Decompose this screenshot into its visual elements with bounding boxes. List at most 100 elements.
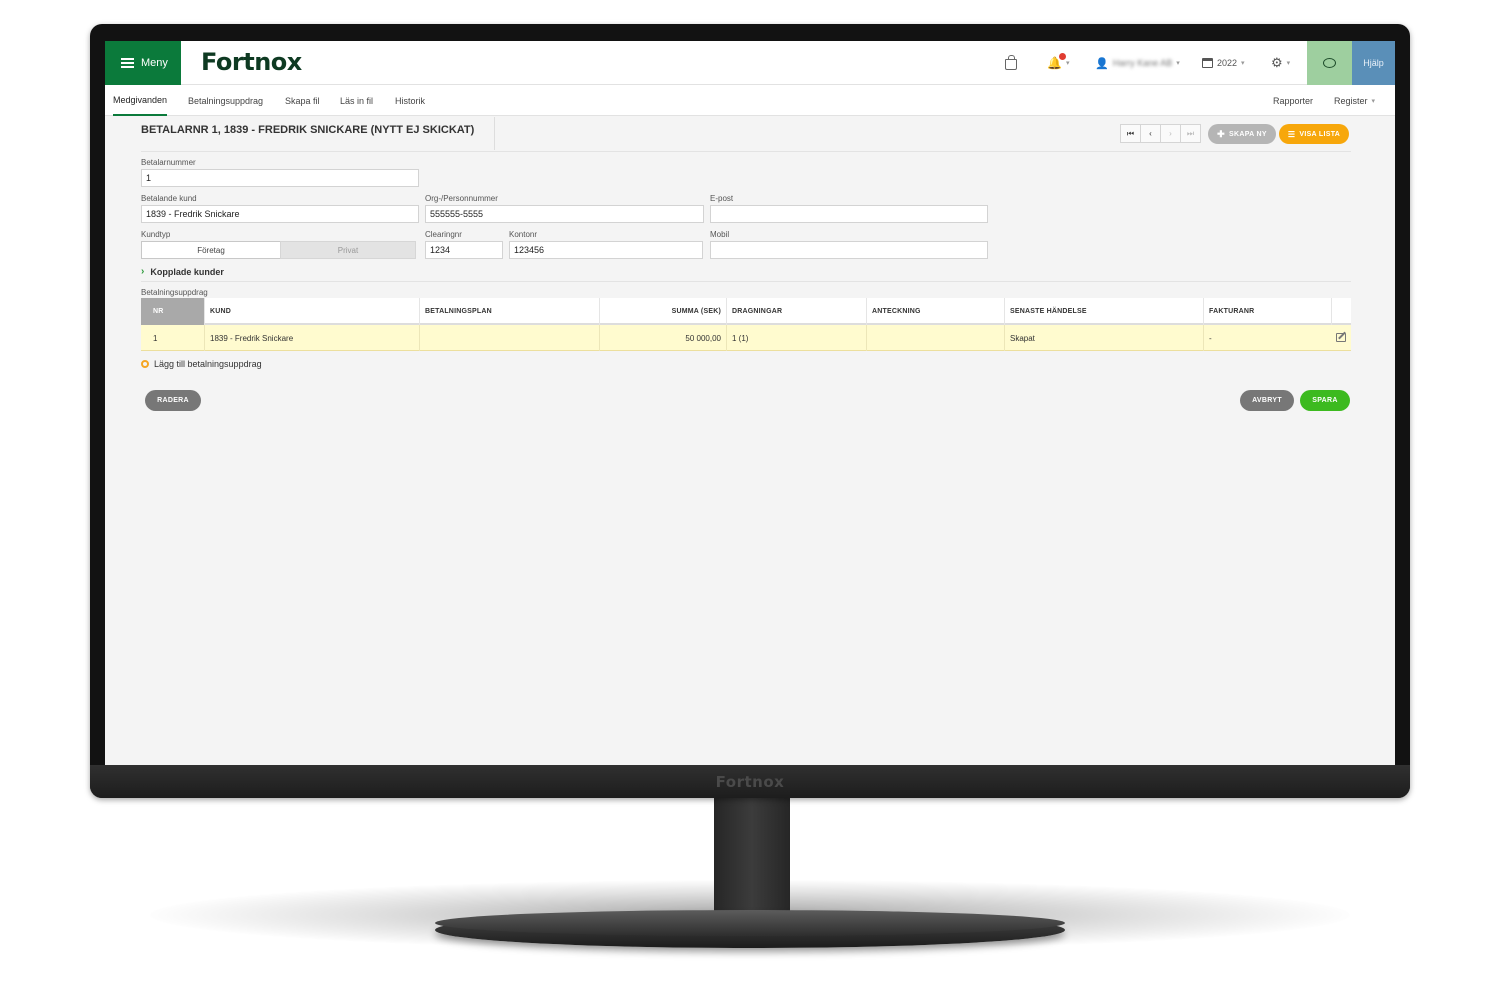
cell-senaste-handelse: Skapat xyxy=(1004,325,1203,351)
bell-icon: 🔔 xyxy=(1047,53,1066,70)
add-payment-order-label: Lägg till betalningsuppdrag xyxy=(154,359,262,369)
monitor-stand-neck xyxy=(714,795,790,923)
calendar-icon xyxy=(1202,58,1213,68)
account-field[interactable]: 123456 xyxy=(509,241,703,259)
cell-dragningar: 1 (1) xyxy=(726,325,866,351)
paying-customer-field[interactable]: 1839 - Fredrik Snickare xyxy=(141,205,419,223)
menu-label: Meny xyxy=(141,57,168,69)
top-bar: Meny Fortnox 🔔 ▾ 👤 Harry Kane AB ▾ 2022 … xyxy=(105,41,1395,85)
column-dragningar[interactable]: DRAGNINGAR xyxy=(726,298,866,325)
cell-summa: 50 000,00 xyxy=(599,325,726,351)
notification-badge xyxy=(1058,53,1066,60)
column-summa[interactable]: SUMMA (SEK) xyxy=(599,298,726,325)
company-name: Harry Kane AB xyxy=(1112,58,1173,68)
shopping-bag-icon xyxy=(1005,55,1017,70)
form-divider xyxy=(141,281,1351,282)
chevron-down-icon: ▾ xyxy=(1286,60,1291,67)
email-field[interactable] xyxy=(710,205,988,223)
chevron-down-icon: ▾ xyxy=(1065,60,1070,67)
chevron-right-icon: › xyxy=(141,266,145,277)
customer-type-private[interactable]: Privat xyxy=(280,241,416,259)
add-circle-icon xyxy=(141,360,149,368)
fortnox-logo[interactable]: Fortnox xyxy=(201,48,302,76)
last-record-button[interactable]: ⏭ xyxy=(1180,124,1201,143)
email-label: E-post xyxy=(710,194,734,203)
list-icon: ☰ xyxy=(1287,129,1296,139)
account-label: Kontonr xyxy=(509,230,538,239)
chat-button[interactable] xyxy=(1307,41,1352,85)
edit-icon[interactable] xyxy=(1336,333,1346,342)
first-record-button[interactable]: ⏮ xyxy=(1120,124,1141,143)
column-kund[interactable]: KUND xyxy=(204,298,419,325)
linked-customers-toggle[interactable]: › Kopplade kunder xyxy=(141,266,224,277)
create-new-label: SKAPA NY xyxy=(1229,130,1267,138)
record-pager: ⏮ ‹ › ⏭ xyxy=(1120,124,1201,143)
column-fakturanr[interactable]: FAKTURANR xyxy=(1203,298,1331,325)
delete-button[interactable]: RADERA xyxy=(145,390,201,411)
customer-type-label: Kundtyp xyxy=(141,230,171,239)
next-record-button[interactable]: › xyxy=(1160,124,1181,143)
column-anteckning[interactable]: ANTECKNING xyxy=(866,298,1004,325)
chevron-down-icon: ▾ xyxy=(1241,60,1245,67)
hamburger-icon xyxy=(121,58,134,68)
previous-record-button[interactable]: ‹ xyxy=(1140,124,1161,143)
cell-nr: 1 xyxy=(153,333,158,343)
table-header: NR KUND BETALNINGSPLAN SUMMA (SEK) DRAGN… xyxy=(141,298,1351,325)
register-menu[interactable]: Register ▾ xyxy=(1334,85,1375,116)
user-menu[interactable]: 👤 Harry Kane AB ▾ xyxy=(1095,41,1180,85)
show-list-button[interactable]: ☰ VISA LISTA xyxy=(1279,124,1349,144)
gear-icon: ⚙ xyxy=(1271,55,1283,70)
plus-icon: ✚ xyxy=(1217,128,1226,139)
monitor-brand-logo: Fortnox xyxy=(715,773,785,791)
user-icon: 👤 xyxy=(1095,57,1109,70)
create-new-button[interactable]: ✚ SKAPA NY xyxy=(1208,124,1276,144)
chat-bubble-icon xyxy=(1323,58,1336,68)
reports-link[interactable]: Rapporter xyxy=(1273,85,1313,116)
table-row[interactable]: 1 1839 - Fredrik Snickare 50 000,00 1 (1… xyxy=(141,325,1351,351)
save-button[interactable]: SPARA xyxy=(1300,390,1350,411)
chevron-down-icon: ▾ xyxy=(1176,60,1180,67)
chevron-down-icon: ▾ xyxy=(1371,97,1376,105)
register-label: Register xyxy=(1334,95,1368,106)
monitor-stand-base-top xyxy=(435,910,1065,936)
title-divider xyxy=(494,117,495,150)
column-senaste-handelse[interactable]: SENASTE HÄNDELSE xyxy=(1004,298,1203,325)
shop-button[interactable] xyxy=(1005,41,1017,85)
cell-fakturanr: - xyxy=(1203,325,1331,351)
cell-kund: 1839 - Fredrik Snickare xyxy=(204,325,419,351)
column-actions xyxy=(1331,298,1351,325)
org-number-field[interactable]: 555555-5555 xyxy=(425,205,704,223)
payment-orders-label: Betalningsuppdrag xyxy=(141,288,208,297)
linked-customers-label: Kopplade kunder xyxy=(150,266,224,277)
column-betalningsplan[interactable]: BETALNINGSPLAN xyxy=(419,298,599,325)
add-payment-order-link[interactable]: Lägg till betalningsuppdrag xyxy=(141,359,262,369)
payer-number-field[interactable]: 1 xyxy=(141,169,419,187)
monitor-chin: Fortnox xyxy=(90,765,1410,798)
cell-anteckning xyxy=(866,325,1004,351)
fiscal-year-menu[interactable]: 2022 ▾ xyxy=(1202,41,1245,85)
tab-medgivanden[interactable]: Medgivanden xyxy=(113,85,168,116)
org-number-label: Org-/Personnummer xyxy=(425,194,498,203)
payer-number-label: Betalarnummer xyxy=(141,158,196,167)
mobile-label: Mobil xyxy=(710,230,730,239)
show-list-label: VISA LISTA xyxy=(1299,130,1341,138)
clearing-label: Clearingnr xyxy=(425,230,462,239)
header-divider xyxy=(141,151,1351,152)
page-title: BETALARNR 1, 1839 - FREDRIK SNICKARE (NY… xyxy=(141,124,475,136)
help-button[interactable]: Hjälp xyxy=(1352,41,1395,85)
clearing-field[interactable]: 1234 xyxy=(425,241,503,259)
mobile-field[interactable] xyxy=(710,241,988,259)
settings-menu[interactable]: ⚙ ▾ xyxy=(1271,41,1290,85)
tab-historik[interactable]: Historik xyxy=(395,85,425,116)
sub-navigation: Medgivanden Betalningsuppdrag Skapa fil … xyxy=(105,85,1395,116)
tab-betalningsuppdrag[interactable]: Betalningsuppdrag xyxy=(188,85,263,116)
notifications-button[interactable]: 🔔 ▾ xyxy=(1047,41,1069,85)
menu-button[interactable]: Meny xyxy=(105,41,181,85)
tab-las-in-fil[interactable]: Läs in fil xyxy=(340,85,373,116)
app-screen: Meny Fortnox 🔔 ▾ 👤 Harry Kane AB ▾ 2022 … xyxy=(105,41,1395,765)
customer-type-company[interactable]: Företag xyxy=(141,241,281,259)
fiscal-year: 2022 xyxy=(1217,58,1238,68)
column-nr[interactable]: NR xyxy=(141,298,204,325)
tab-skapa-fil[interactable]: Skapa fil xyxy=(285,85,320,116)
cancel-button[interactable]: AVBRYT xyxy=(1240,390,1294,411)
